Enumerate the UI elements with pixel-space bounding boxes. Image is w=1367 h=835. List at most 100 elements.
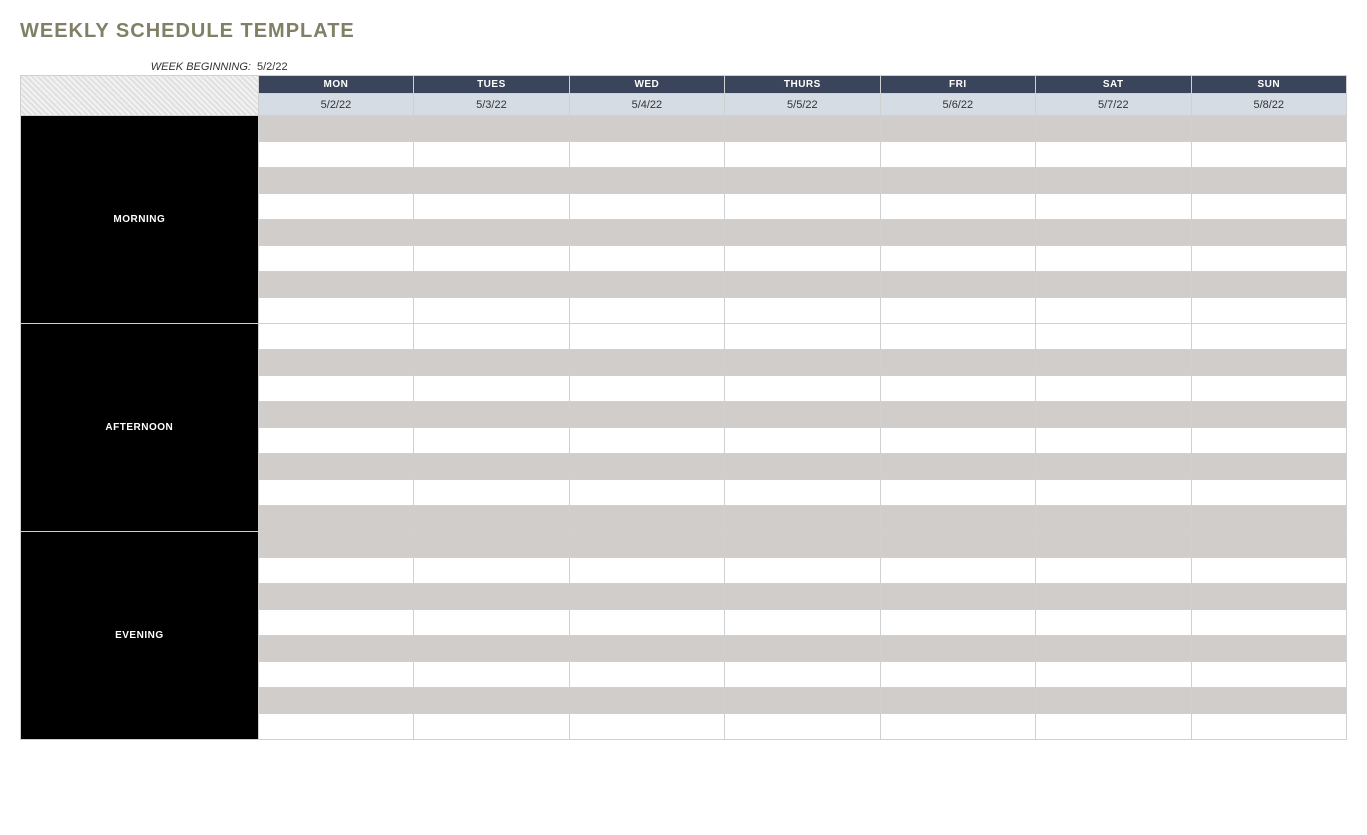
schedule-cell[interactable]	[1036, 428, 1191, 454]
schedule-cell[interactable]	[258, 688, 413, 714]
schedule-cell[interactable]	[880, 610, 1035, 636]
schedule-cell[interactable]	[258, 298, 413, 324]
schedule-cell[interactable]	[880, 220, 1035, 246]
schedule-cell[interactable]	[258, 584, 413, 610]
schedule-cell[interactable]	[880, 454, 1035, 480]
schedule-cell[interactable]	[414, 688, 569, 714]
schedule-cell[interactable]	[725, 168, 880, 194]
schedule-cell[interactable]	[569, 220, 724, 246]
schedule-cell[interactable]	[880, 558, 1035, 584]
schedule-cell[interactable]	[258, 532, 413, 558]
schedule-cell[interactable]	[569, 298, 724, 324]
schedule-cell[interactable]	[258, 220, 413, 246]
schedule-cell[interactable]	[725, 584, 880, 610]
schedule-cell[interactable]	[1036, 662, 1191, 688]
schedule-cell[interactable]	[1191, 298, 1346, 324]
schedule-cell[interactable]	[1036, 168, 1191, 194]
schedule-cell[interactable]	[1191, 168, 1346, 194]
schedule-cell[interactable]	[569, 662, 724, 688]
schedule-cell[interactable]	[414, 454, 569, 480]
schedule-cell[interactable]	[1191, 194, 1346, 220]
schedule-cell[interactable]	[569, 350, 724, 376]
schedule-cell[interactable]	[1036, 584, 1191, 610]
schedule-cell[interactable]	[414, 298, 569, 324]
schedule-cell[interactable]	[1036, 298, 1191, 324]
schedule-cell[interactable]	[569, 246, 724, 272]
schedule-cell[interactable]	[258, 714, 413, 740]
schedule-cell[interactable]	[1191, 584, 1346, 610]
schedule-cell[interactable]	[414, 480, 569, 506]
schedule-cell[interactable]	[414, 506, 569, 532]
schedule-cell[interactable]	[414, 402, 569, 428]
schedule-cell[interactable]	[880, 402, 1035, 428]
schedule-cell[interactable]	[725, 272, 880, 298]
schedule-cell[interactable]	[880, 350, 1035, 376]
schedule-cell[interactable]	[1036, 402, 1191, 428]
schedule-cell[interactable]	[880, 428, 1035, 454]
schedule-cell[interactable]	[258, 324, 413, 350]
schedule-cell[interactable]	[569, 376, 724, 402]
schedule-cell[interactable]	[1191, 428, 1346, 454]
schedule-cell[interactable]	[569, 688, 724, 714]
schedule-cell[interactable]	[725, 324, 880, 350]
schedule-cell[interactable]	[258, 402, 413, 428]
schedule-cell[interactable]	[569, 142, 724, 168]
week-beginning-value[interactable]: 5/2/22	[257, 61, 288, 73]
schedule-cell[interactable]	[1191, 376, 1346, 402]
schedule-cell[interactable]	[569, 714, 724, 740]
schedule-cell[interactable]	[1036, 610, 1191, 636]
schedule-cell[interactable]	[880, 688, 1035, 714]
schedule-cell[interactable]	[258, 376, 413, 402]
schedule-cell[interactable]	[1036, 714, 1191, 740]
schedule-cell[interactable]	[414, 428, 569, 454]
schedule-cell[interactable]	[880, 246, 1035, 272]
schedule-cell[interactable]	[1036, 350, 1191, 376]
schedule-cell[interactable]	[880, 324, 1035, 350]
schedule-cell[interactable]	[880, 298, 1035, 324]
schedule-cell[interactable]	[880, 532, 1035, 558]
schedule-cell[interactable]	[414, 350, 569, 376]
schedule-cell[interactable]	[725, 506, 880, 532]
schedule-cell[interactable]	[414, 662, 569, 688]
schedule-cell[interactable]	[1036, 688, 1191, 714]
schedule-cell[interactable]	[1036, 246, 1191, 272]
schedule-cell[interactable]	[1191, 532, 1346, 558]
schedule-cell[interactable]	[880, 636, 1035, 662]
schedule-cell[interactable]	[258, 350, 413, 376]
schedule-cell[interactable]	[414, 142, 569, 168]
schedule-cell[interactable]	[1036, 194, 1191, 220]
schedule-cell[interactable]	[414, 610, 569, 636]
schedule-cell[interactable]	[1191, 506, 1346, 532]
schedule-cell[interactable]	[725, 610, 880, 636]
schedule-cell[interactable]	[1036, 480, 1191, 506]
schedule-cell[interactable]	[1036, 558, 1191, 584]
schedule-cell[interactable]	[880, 272, 1035, 298]
schedule-cell[interactable]	[1191, 402, 1346, 428]
schedule-cell[interactable]	[1036, 532, 1191, 558]
schedule-cell[interactable]	[569, 558, 724, 584]
schedule-cell[interactable]	[725, 246, 880, 272]
schedule-cell[interactable]	[414, 376, 569, 402]
schedule-cell[interactable]	[414, 116, 569, 142]
schedule-cell[interactable]	[725, 662, 880, 688]
schedule-cell[interactable]	[725, 142, 880, 168]
schedule-cell[interactable]	[414, 246, 569, 272]
schedule-cell[interactable]	[1036, 116, 1191, 142]
schedule-cell[interactable]	[880, 662, 1035, 688]
schedule-cell[interactable]	[414, 272, 569, 298]
schedule-cell[interactable]	[569, 324, 724, 350]
schedule-cell[interactable]	[1191, 714, 1346, 740]
schedule-cell[interactable]	[725, 350, 880, 376]
schedule-cell[interactable]	[414, 558, 569, 584]
schedule-cell[interactable]	[258, 454, 413, 480]
schedule-cell[interactable]	[725, 558, 880, 584]
schedule-cell[interactable]	[1191, 610, 1346, 636]
schedule-cell[interactable]	[258, 662, 413, 688]
schedule-cell[interactable]	[880, 480, 1035, 506]
schedule-cell[interactable]	[569, 584, 724, 610]
schedule-cell[interactable]	[1191, 558, 1346, 584]
schedule-cell[interactable]	[1036, 636, 1191, 662]
schedule-cell[interactable]	[569, 194, 724, 220]
schedule-cell[interactable]	[569, 610, 724, 636]
schedule-cell[interactable]	[569, 506, 724, 532]
